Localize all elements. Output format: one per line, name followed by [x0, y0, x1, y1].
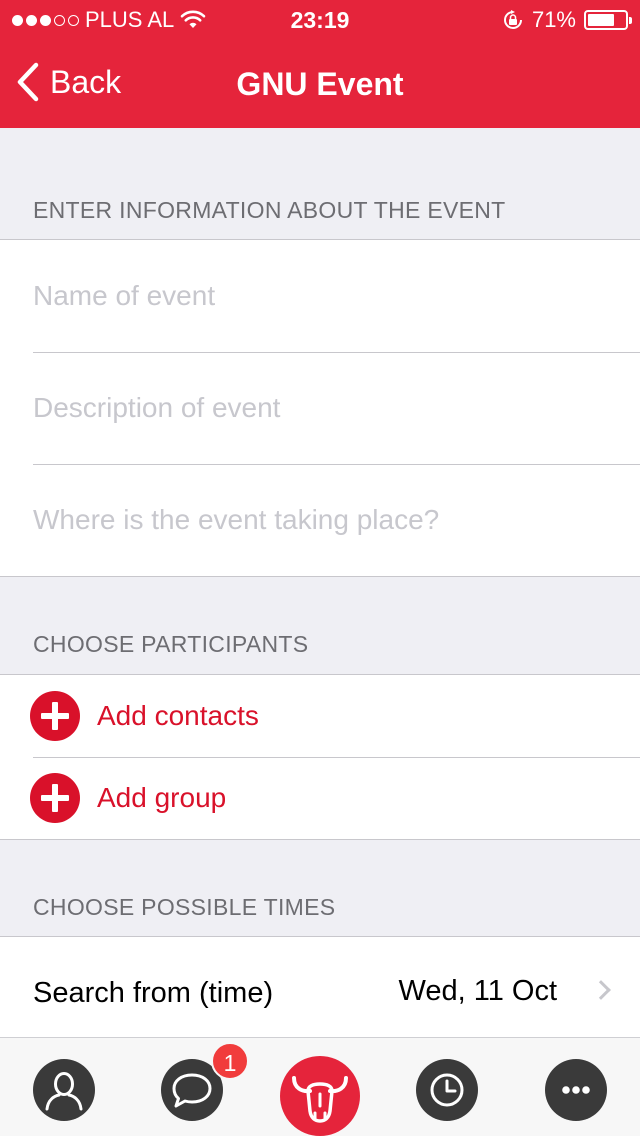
add-circle-icon	[30, 773, 80, 823]
add-contacts-button[interactable]: Add contacts	[0, 675, 640, 757]
add-group-label: Add group	[97, 782, 227, 813]
add-circle-icon	[30, 691, 80, 741]
section-header-times: CHOOSE POSSIBLE TIMES	[33, 894, 336, 920]
event-description-row	[0, 352, 640, 464]
search-from-label: Search from (time)	[33, 977, 274, 1009]
more-icon	[562, 1086, 590, 1094]
back-button[interactable]: Back	[16, 62, 121, 102]
clock-icon	[430, 1073, 464, 1107]
add-contacts-label: Add contacts	[97, 700, 259, 731]
back-label: Back	[50, 63, 122, 100]
times-group: Search from (time) Wed, 11 Oct	[0, 936, 640, 1037]
event-description-input[interactable]	[33, 352, 613, 464]
chevron-left-icon	[17, 62, 39, 102]
more-tab[interactable]	[545, 1059, 607, 1121]
bull-logo-icon	[292, 1076, 348, 1123]
history-tab[interactable]	[416, 1059, 478, 1121]
section-header-info: ENTER INFORMATION ABOUT THE EVENT	[33, 197, 506, 223]
search-from-value: Wed, 11 Oct	[398, 975, 558, 1007]
battery-percent: 71%	[531, 7, 576, 32]
chat-badge: 1	[211, 1042, 249, 1080]
profile-icon	[45, 1072, 83, 1111]
chevron-right-icon	[591, 980, 611, 1000]
profile-tab[interactable]	[33, 1059, 95, 1121]
event-location-input[interactable]	[33, 464, 613, 576]
nav-bar: Back GNU Event	[0, 44, 640, 128]
home-tab[interactable]	[280, 1056, 360, 1136]
battery-info: 71%	[502, 7, 632, 33]
tab-bar	[0, 1037, 640, 1136]
status-bar: PLUS AL 23:19 71%	[0, 0, 640, 40]
event-name-row	[0, 240, 640, 352]
orientation-lock-icon	[503, 10, 522, 29]
event-location-row	[0, 464, 640, 576]
section-header-participants: CHOOSE PARTICIPANTS	[33, 631, 309, 657]
event-info-group	[0, 239, 640, 577]
search-from-time-row[interactable]: Search from (time) Wed, 11 Oct	[0, 937, 640, 1037]
battery-icon	[584, 10, 632, 30]
header: PLUS AL 23:19 71% Back GNU Event	[0, 0, 640, 128]
event-name-input[interactable]	[33, 240, 613, 352]
participants-group: Add contacts Add group	[0, 674, 640, 840]
add-group-button[interactable]: Add group	[0, 757, 640, 839]
